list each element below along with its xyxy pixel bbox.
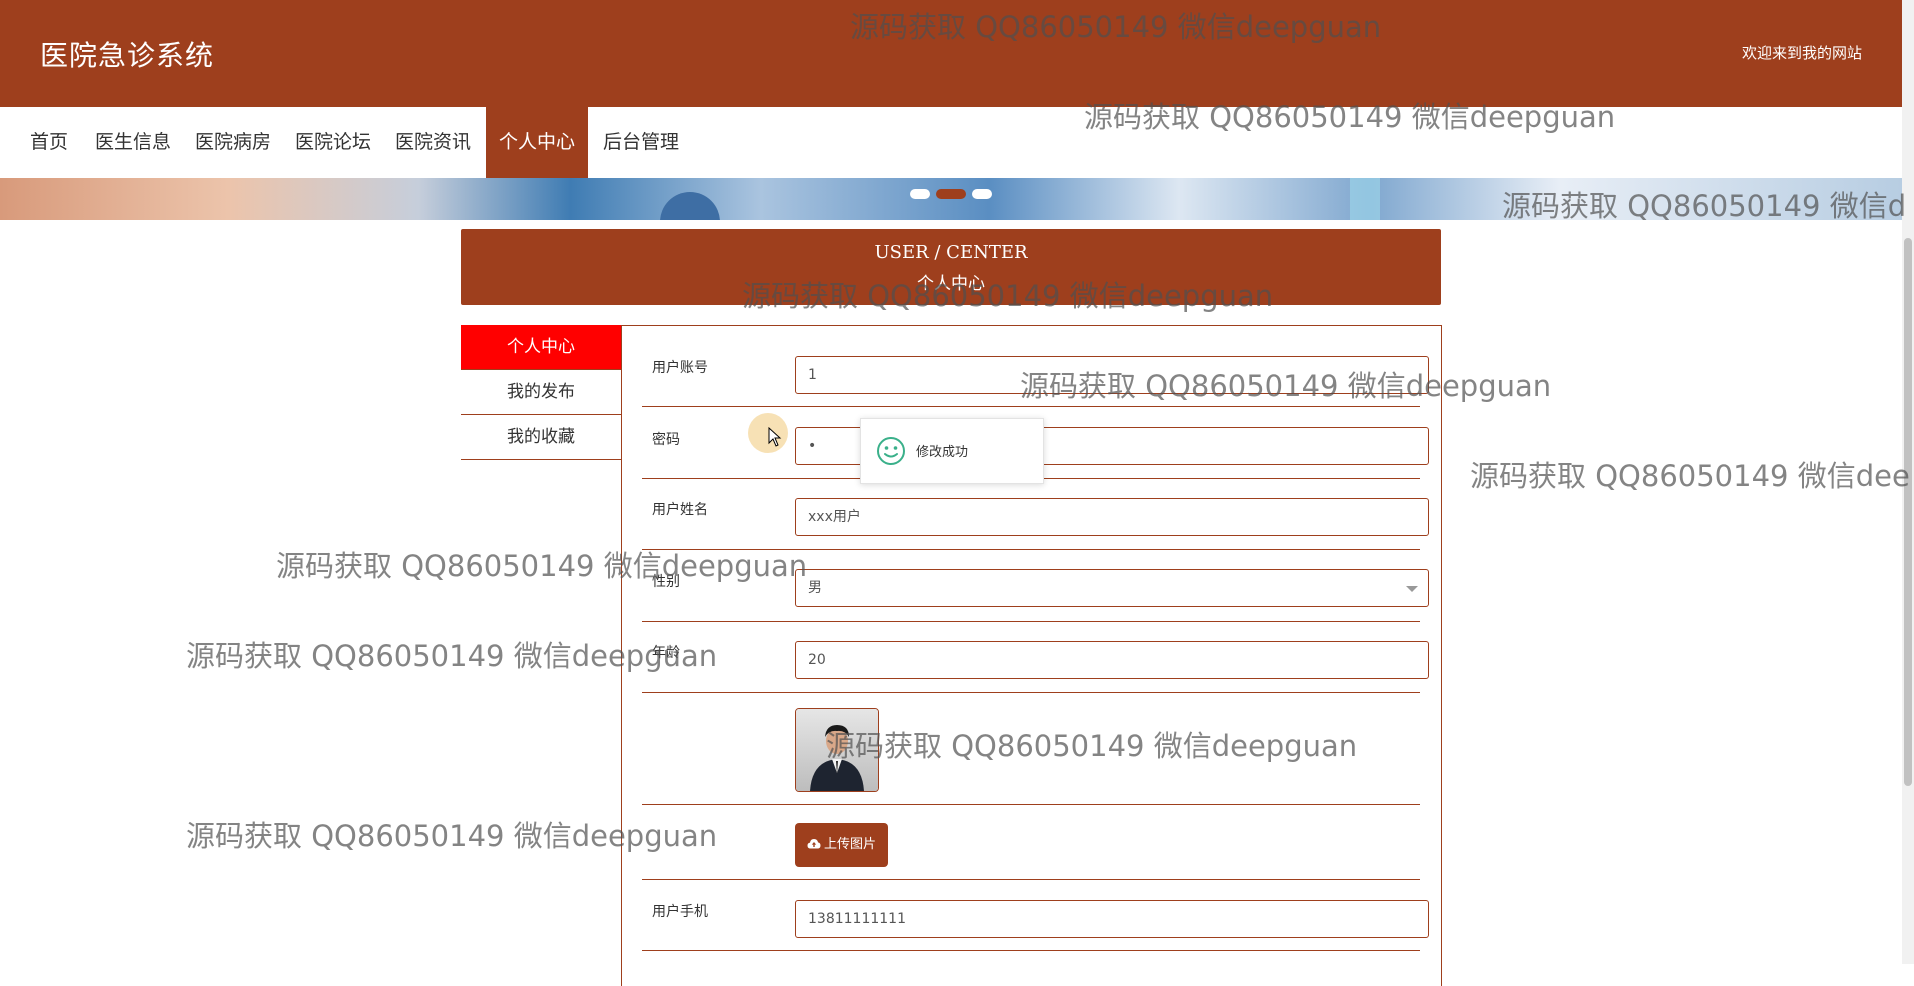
name-label: 用户姓名 <box>652 502 708 518</box>
age-input[interactable]: 20 <box>795 641 1429 679</box>
success-toast: 修改成功 <box>860 418 1044 484</box>
name-input[interactable]: xxx用户 <box>795 498 1429 536</box>
form-row-age: 年龄 20 <box>642 622 1429 693</box>
carousel-dot-active[interactable] <box>936 189 966 199</box>
nav-item-wards[interactable]: 医院病房 <box>188 107 278 178</box>
banner-decoration <box>660 192 720 220</box>
nav-item-user-center[interactable]: 个人中心 <box>486 107 588 178</box>
phone-input[interactable]: 13811111111 <box>795 900 1429 938</box>
toast-message: 修改成功 <box>916 445 969 460</box>
sidebar-item-favorites[interactable]: 我的收藏 <box>461 415 621 460</box>
nav-item-forum[interactable]: 医院论坛 <box>288 107 378 178</box>
mouse-cursor-icon <box>768 427 782 447</box>
phone-label: 用户手机 <box>652 904 708 920</box>
form-row-name: 用户姓名 xxx用户 <box>642 479 1429 550</box>
avatar-photo <box>796 709 878 791</box>
form-row-phone: 用户手机 13811111111 <box>642 880 1429 951</box>
site-title[interactable]: 医院急诊系统 <box>40 34 214 74</box>
site-header: 医院急诊系统 欢迎来到我的网站 <box>0 0 1902 107</box>
welcome-text: 欢迎来到我的网站 <box>1741 44 1862 62</box>
smile-icon <box>877 437 905 465</box>
age-label: 年龄 <box>652 645 680 661</box>
nav-item-news[interactable]: 医院资讯 <box>388 107 478 178</box>
page-scrollbar[interactable] <box>1902 0 1914 964</box>
user-center-title-en: USER / CENTER <box>874 242 1028 263</box>
user-center-title-cn: 个人中心 <box>917 274 985 294</box>
carousel-dot[interactable] <box>910 189 930 199</box>
gender-select-value: 男 <box>808 580 822 596</box>
user-center-header: USER / CENTER 个人中心 <box>461 229 1441 305</box>
watermark-text: 源码获取 QQ86050149 微信dee <box>1470 459 1910 493</box>
form-row-gender: 性别 男 <box>642 550 1429 622</box>
nav-item-admin[interactable]: 后台管理 <box>594 107 688 178</box>
form-row-avatar <box>642 693 1420 805</box>
form-row-account: 用户账号 1 <box>642 326 1429 407</box>
nav-item-home[interactable]: 首页 <box>18 107 80 178</box>
upload-button-label: 上传图片 <box>823 837 876 852</box>
upload-image-button[interactable]: 上传图片 <box>795 823 888 867</box>
password-label: 密码 <box>652 432 680 448</box>
cloud-upload-icon <box>807 839 821 849</box>
carousel-dot[interactable] <box>972 189 992 199</box>
account-input[interactable]: 1 <box>795 356 1429 394</box>
sidebar-item-user-center[interactable]: 个人中心 <box>461 325 621 370</box>
banner-decoration <box>1350 178 1380 220</box>
main-nav: 首页 医生信息 医院病房 医院论坛 医院资讯 个人中心 后台管理 <box>0 107 1902 178</box>
avatar <box>795 708 879 792</box>
user-sidebar: 个人中心 我的发布 我的收藏 <box>461 325 621 460</box>
gender-label: 性别 <box>652 574 680 590</box>
account-label: 用户账号 <box>652 360 708 376</box>
scrollbar-thumb[interactable] <box>1904 238 1912 786</box>
nav-item-doctors[interactable]: 医生信息 <box>88 107 178 178</box>
banner-carousel <box>0 178 1902 220</box>
sidebar-item-my-posts[interactable]: 我的发布 <box>461 370 621 415</box>
form-row-upload: 上传图片 <box>642 805 1420 880</box>
gender-select[interactable]: 男 <box>795 569 1429 607</box>
chevron-down-icon <box>1406 586 1418 592</box>
